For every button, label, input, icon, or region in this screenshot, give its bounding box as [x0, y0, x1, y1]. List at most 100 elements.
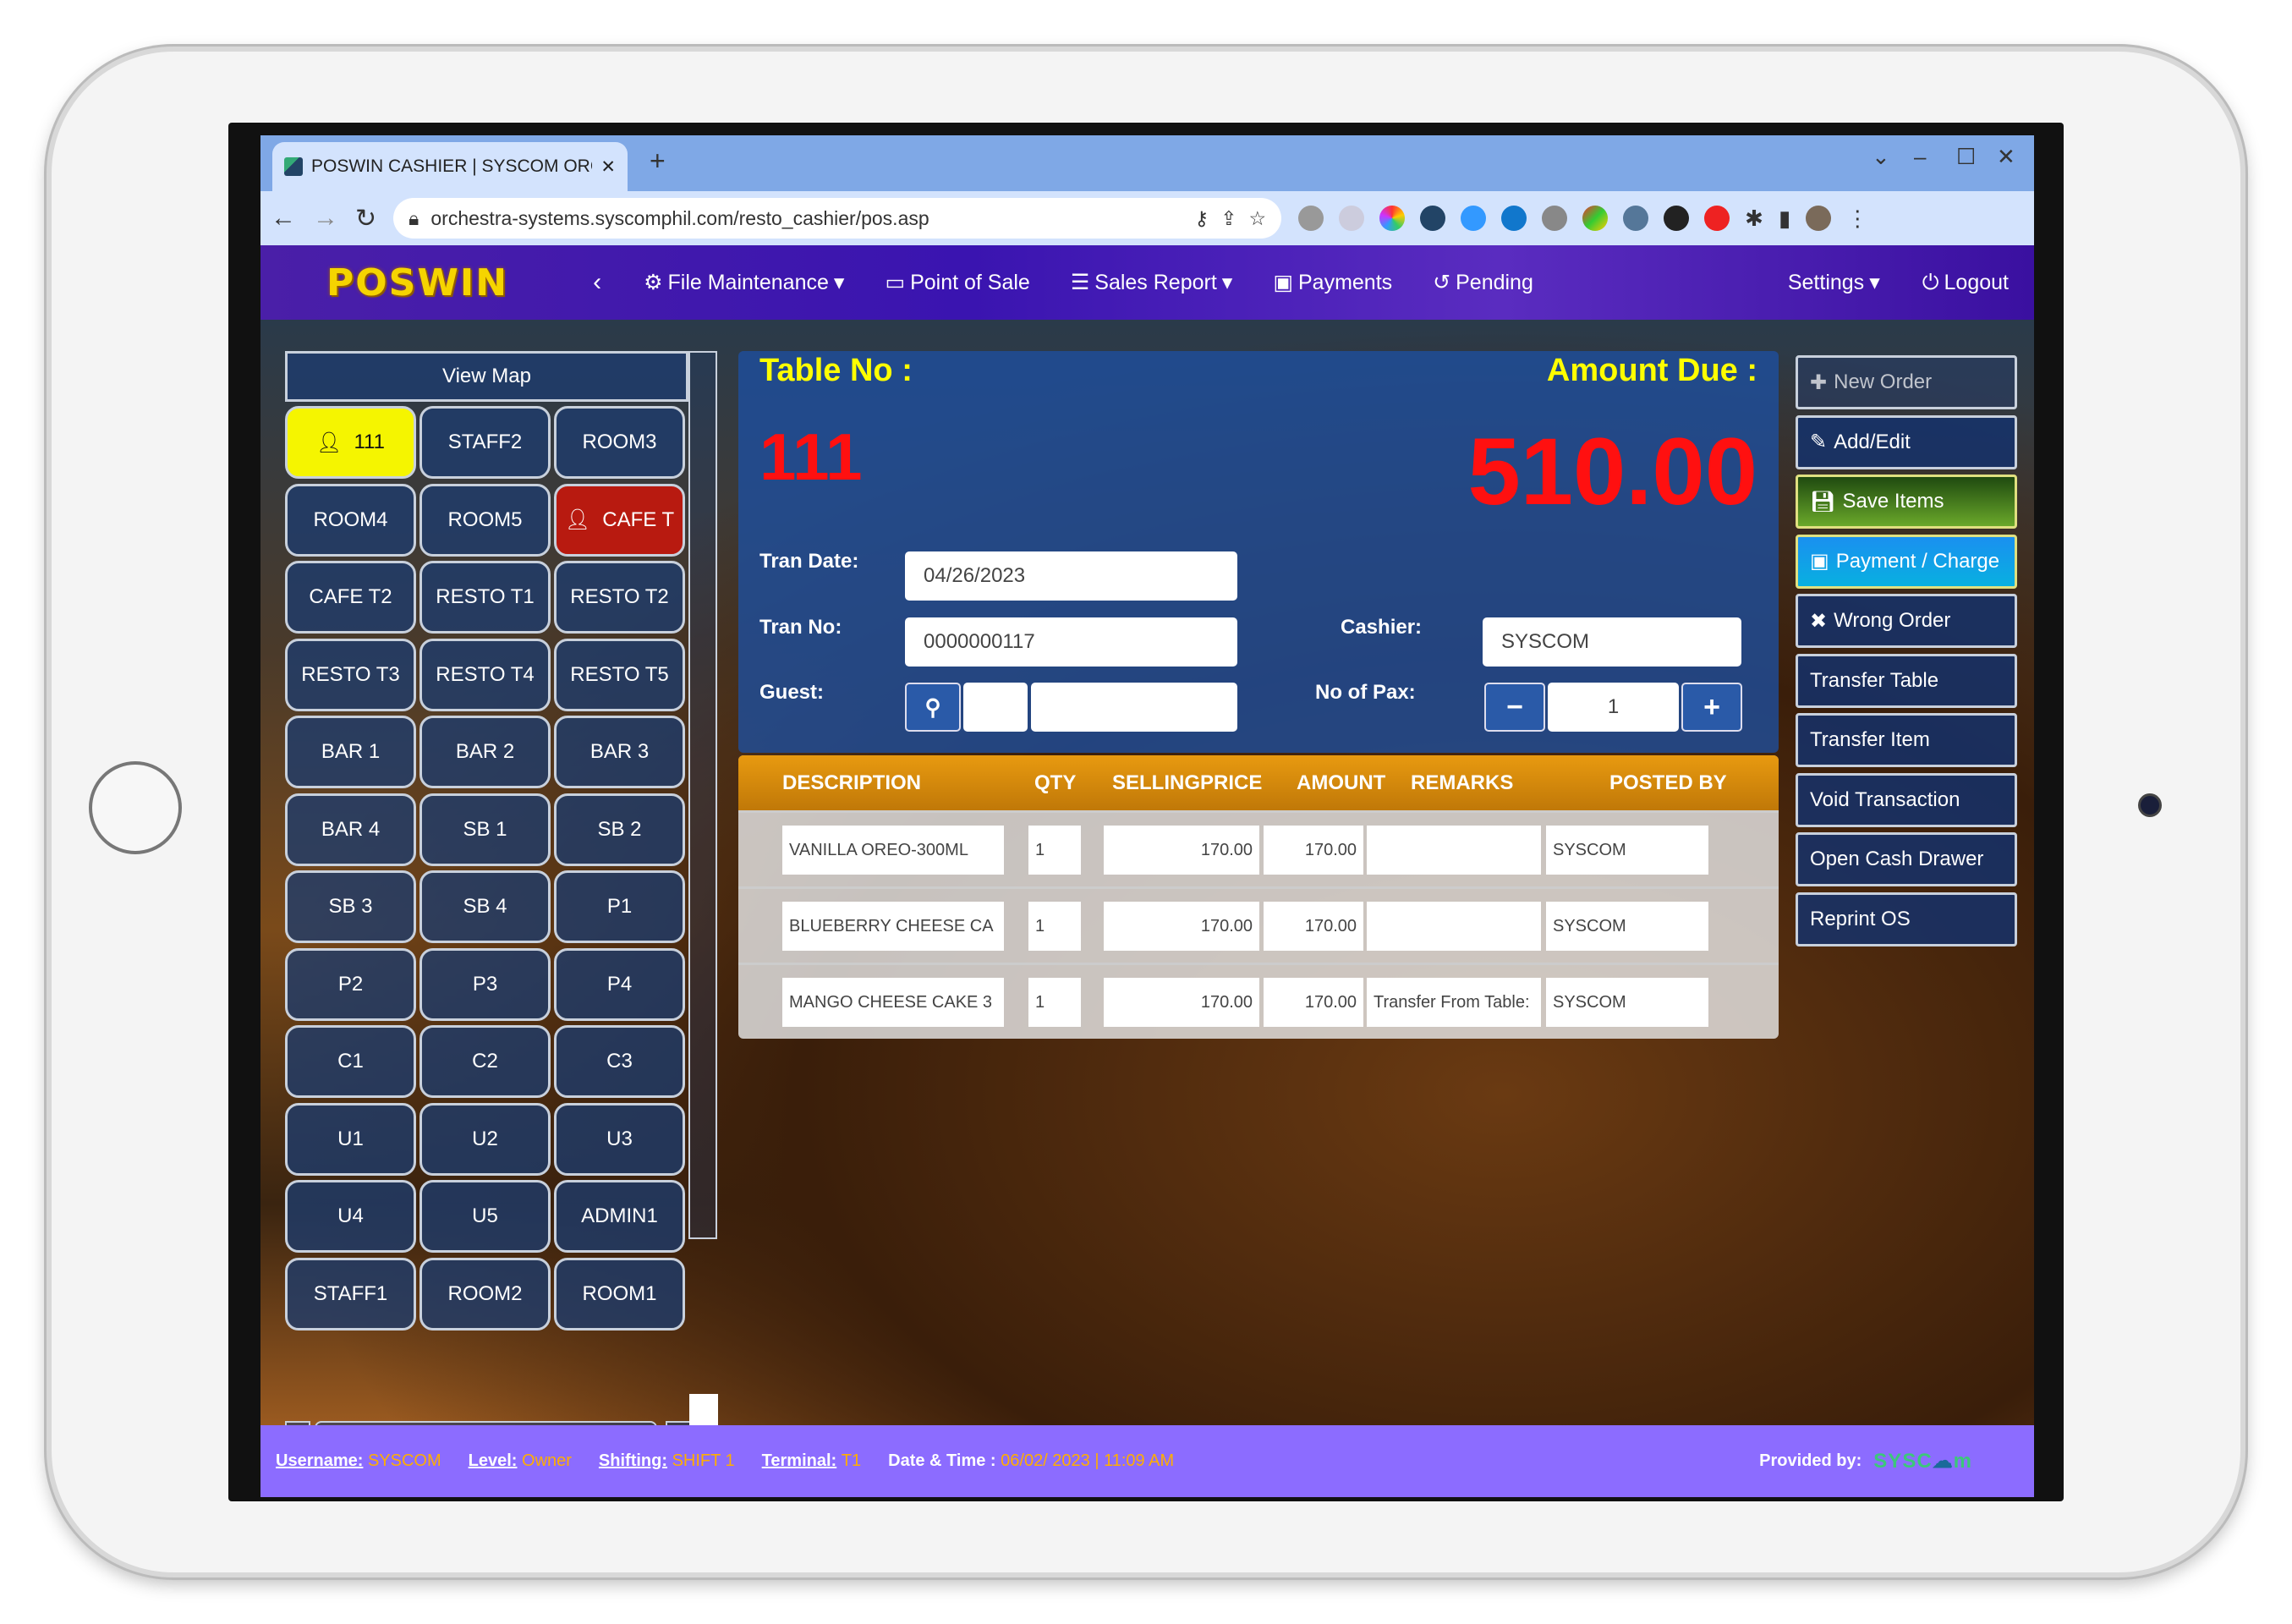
key-icon[interactable]: ⚷ — [1194, 207, 1209, 230]
extension-icon[interactable] — [1664, 206, 1690, 231]
vertical-scrollbar[interactable] — [688, 351, 717, 1239]
back-icon[interactable]: ← — [271, 204, 296, 233]
cell-posted-by[interactable]: SYSCOM — [1546, 826, 1708, 875]
extension-icon[interactable] — [1582, 206, 1609, 231]
table-button[interactable]: U5 — [419, 1180, 551, 1253]
menu-icon[interactable]: ⋮ — [1846, 206, 1868, 232]
minimize-button[interactable]: – — [1914, 144, 1926, 170]
extension-icon[interactable] — [1542, 206, 1568, 231]
table-button[interactable]: SB 2 — [554, 793, 685, 866]
table-button[interactable]: P4 — [554, 947, 685, 1021]
cell-description[interactable]: MANGO CHEESE CAKE 3 — [782, 978, 1004, 1027]
cashier-field[interactable]: SYSCOM — [1483, 617, 1741, 667]
table-button[interactable]: STAFF1 — [285, 1257, 416, 1330]
nav-pending[interactable]: ↺ Pending — [1433, 270, 1533, 295]
extension-icon[interactable] — [1501, 206, 1527, 231]
table-button[interactable]: ROOM2 — [419, 1257, 551, 1330]
extension-icon[interactable] — [1379, 206, 1406, 231]
table-button[interactable]: ROOM3 — [554, 406, 685, 479]
cell-price[interactable]: 170.00 — [1104, 978, 1259, 1027]
cell-qty[interactable]: 1 — [1028, 978, 1081, 1027]
view-map-button[interactable]: View Map — [285, 351, 688, 402]
save-items-button[interactable]: 💾︎ Save Items — [1796, 475, 2017, 529]
cell-qty[interactable]: 1 — [1028, 826, 1081, 875]
table-button[interactable]: BAR 1 — [285, 716, 416, 788]
star-icon[interactable]: ☆ — [1249, 207, 1267, 230]
cell-remarks[interactable]: Transfer From Table: — [1367, 978, 1541, 1027]
cell-qty[interactable]: 1 — [1028, 902, 1081, 951]
table-button[interactable]: P3 — [419, 947, 551, 1021]
transfer-item-button[interactable]: Transfer Item — [1796, 713, 2017, 767]
open-cash-drawer-button[interactable]: Open Cash Drawer — [1796, 832, 2017, 886]
new-tab-button[interactable]: + — [650, 145, 666, 177]
reprint-os-button[interactable]: Reprint OS — [1796, 892, 2017, 946]
nav-file-maintenance[interactable]: ⚙ File Maintenance ▾ — [644, 270, 844, 295]
puzzle-icon[interactable]: ✱ — [1745, 206, 1763, 232]
extension-icon[interactable] — [1339, 206, 1365, 231]
url-field[interactable]: 🔒︎ orchestra-systems.syscomphil.com/rest… — [393, 198, 1282, 239]
guest-name-field[interactable] — [1031, 683, 1237, 732]
table-button[interactable]: SB 3 — [285, 870, 416, 943]
table-button[interactable]: SB 1 — [419, 793, 551, 866]
table-button[interactable]: U3 — [554, 1102, 685, 1176]
table-button[interactable]: RESTO T1 — [419, 561, 551, 634]
share-icon[interactable]: ⇪ — [1220, 207, 1236, 230]
table-button[interactable]: U2 — [419, 1102, 551, 1176]
tab-search-icon[interactable]: ⌄ — [1872, 144, 1890, 170]
tran-date-field[interactable]: 04/26/2023 — [905, 551, 1237, 601]
guest-code-field[interactable] — [963, 683, 1028, 732]
table-button[interactable]: RESTO T5 — [554, 638, 685, 711]
table-button[interactable]: C1 — [285, 1025, 416, 1098]
extension-icon[interactable] — [1704, 206, 1730, 231]
nav-logout[interactable]: ⏻ Logout — [1922, 271, 2009, 295]
cell-price[interactable]: 170.00 — [1104, 902, 1259, 951]
maximize-button[interactable]: ☐ — [1956, 144, 1976, 170]
nav-payments[interactable]: ▣ Payments — [1273, 270, 1392, 295]
chevron-left-icon[interactable]: ‹ — [593, 268, 601, 297]
table-button[interactable]: BAR 4 — [285, 793, 416, 866]
cell-description[interactable]: VANILLA OREO-300ML — [782, 826, 1004, 875]
table-button[interactable]: ADMIN1 — [554, 1180, 685, 1253]
table-button[interactable]: ROOM5 — [419, 483, 551, 557]
pax-field[interactable]: 1 — [1548, 683, 1679, 732]
cell-posted-by[interactable]: SYSCOM — [1546, 902, 1708, 951]
guest-search-button[interactable]: ⚲ — [905, 683, 961, 732]
cell-description[interactable]: BLUEBERRY CHEESE CA — [782, 902, 1004, 951]
table-button[interactable]: RESTO T4 — [419, 638, 551, 711]
cell-remarks[interactable] — [1367, 826, 1541, 875]
avatar[interactable] — [1806, 206, 1832, 231]
table-button[interactable]: P1 — [554, 870, 685, 943]
cell-remarks[interactable] — [1367, 902, 1541, 951]
cell-amount[interactable]: 170.00 — [1264, 902, 1363, 951]
table-button[interactable]: ROOM1 — [554, 1257, 685, 1330]
close-window-button[interactable]: ✕ — [1997, 144, 2015, 170]
forward-icon[interactable]: → — [313, 204, 338, 233]
table-button[interactable]: SB 4 — [419, 870, 551, 943]
table-button[interactable]: C3 — [554, 1025, 685, 1098]
extension-icon[interactable] — [1623, 206, 1649, 231]
payment-charge-button[interactable]: ▣ Payment / Charge — [1796, 534, 2017, 589]
wrong-order-button[interactable]: ✖ Wrong Order — [1796, 594, 2017, 648]
table-button[interactable]: RESTO T3 — [285, 638, 416, 711]
extension-icon[interactable] — [1420, 206, 1446, 231]
cell-price[interactable]: 170.00 — [1104, 826, 1259, 875]
nav-point-of-sale[interactable]: ▭ Point of Sale — [885, 270, 1029, 295]
table-button[interactable]: 👤︎ 111 — [285, 406, 416, 479]
tran-no-field[interactable]: 0000000117 — [905, 617, 1237, 667]
close-tab-icon[interactable]: ✕ — [600, 156, 616, 178]
nav-sales-report[interactable]: ☰ Sales Report ▾ — [1071, 270, 1233, 295]
cell-amount[interactable]: 170.00 — [1264, 826, 1363, 875]
table-button[interactable]: C2 — [419, 1025, 551, 1098]
void-transaction-button[interactable]: Void Transaction — [1796, 772, 2017, 827]
cell-amount[interactable]: 170.00 — [1264, 978, 1363, 1027]
new-order-button[interactable]: ✚ New Order — [1796, 355, 2017, 409]
reload-icon[interactable]: ↻ — [355, 204, 376, 233]
browser-tab[interactable]: POSWIN CASHIER | SYSCOM ORC ✕ — [272, 142, 628, 191]
table-button[interactable]: RESTO T2 — [554, 561, 685, 634]
table-button[interactable]: P2 — [285, 947, 416, 1021]
nav-settings[interactable]: Settings ▾ — [1788, 270, 1880, 295]
extension-icon[interactable] — [1298, 206, 1324, 231]
table-button[interactable]: BAR 3 — [554, 716, 685, 788]
table-button[interactable]: BAR 2 — [419, 716, 551, 788]
transfer-table-button[interactable]: Transfer Table — [1796, 653, 2017, 708]
